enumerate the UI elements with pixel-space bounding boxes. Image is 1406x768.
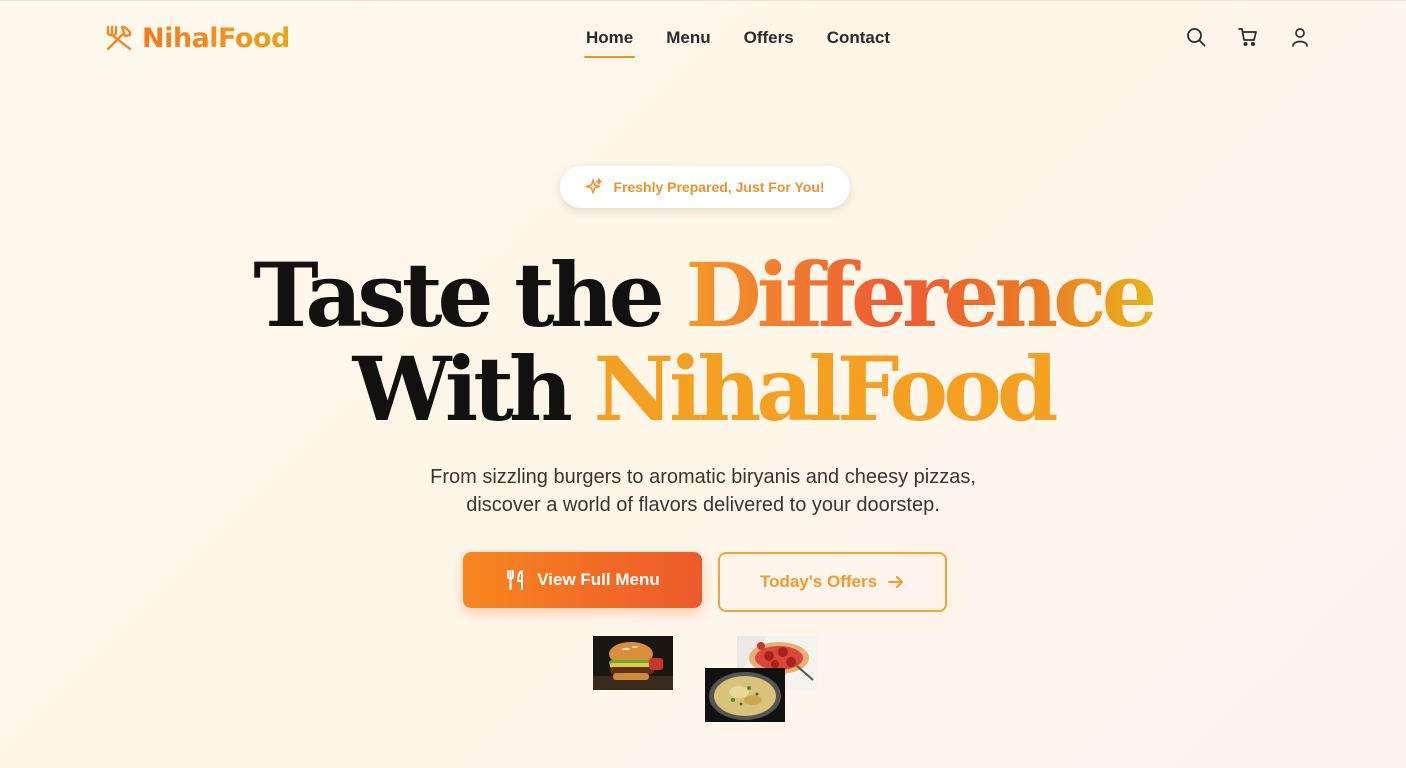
- search-icon[interactable]: [1186, 27, 1206, 47]
- hero-headline-line2: With NihalFood: [0, 345, 1406, 433]
- header-actions: [1186, 27, 1310, 47]
- site-header: NihalFood Home Menu Offers Contact: [0, 1, 1406, 75]
- user-icon[interactable]: [1290, 27, 1310, 47]
- burger-image: [593, 636, 673, 690]
- sparkles-icon: [586, 178, 603, 194]
- todays-offers-button[interactable]: Today's Offers: [718, 552, 947, 612]
- freshness-badge: Freshly Prepared, Just For You!: [560, 166, 850, 208]
- fork-knife-crossed-icon: [106, 25, 132, 51]
- biryani-image: [705, 668, 785, 722]
- hero-description-line2: discover a world of flavors delivered to…: [466, 494, 940, 516]
- hero-description-line1: From sizzling burgers to aromatic biryan…: [430, 466, 976, 488]
- arrow-right-icon: [888, 576, 904, 588]
- cart-icon[interactable]: [1238, 27, 1258, 47]
- view-full-menu-label: View Full Menu: [537, 570, 660, 589]
- nav-item-home[interactable]: Home: [583, 25, 636, 58]
- brand-name: NihalFood: [142, 22, 290, 54]
- brand-logo[interactable]: NihalFood: [104, 21, 290, 55]
- utensils-icon: [507, 570, 524, 590]
- hero-description: From sizzling burgers to aromatic biryan…: [0, 463, 1406, 519]
- headline-highlight-2: NihalFood: [593, 337, 1059, 441]
- headline-plain-2: With: [352, 337, 573, 441]
- view-full-menu-button[interactable]: View Full Menu: [463, 552, 702, 608]
- headline-highlight-1: Difference: [685, 243, 1157, 347]
- nav-item-offers[interactable]: Offers: [744, 25, 794, 58]
- badge-text: Freshly Prepared, Just For You!: [613, 179, 825, 195]
- nav-item-menu[interactable]: Menu: [666, 25, 710, 58]
- main-nav: Home Menu Offers Contact: [583, 25, 890, 59]
- headline-plain-1: Taste the: [253, 243, 665, 347]
- nav-item-contact[interactable]: Contact: [827, 25, 890, 58]
- hero-headline-line1: Taste the Difference: [0, 251, 1406, 339]
- todays-offers-label: Today's Offers: [759, 572, 878, 591]
